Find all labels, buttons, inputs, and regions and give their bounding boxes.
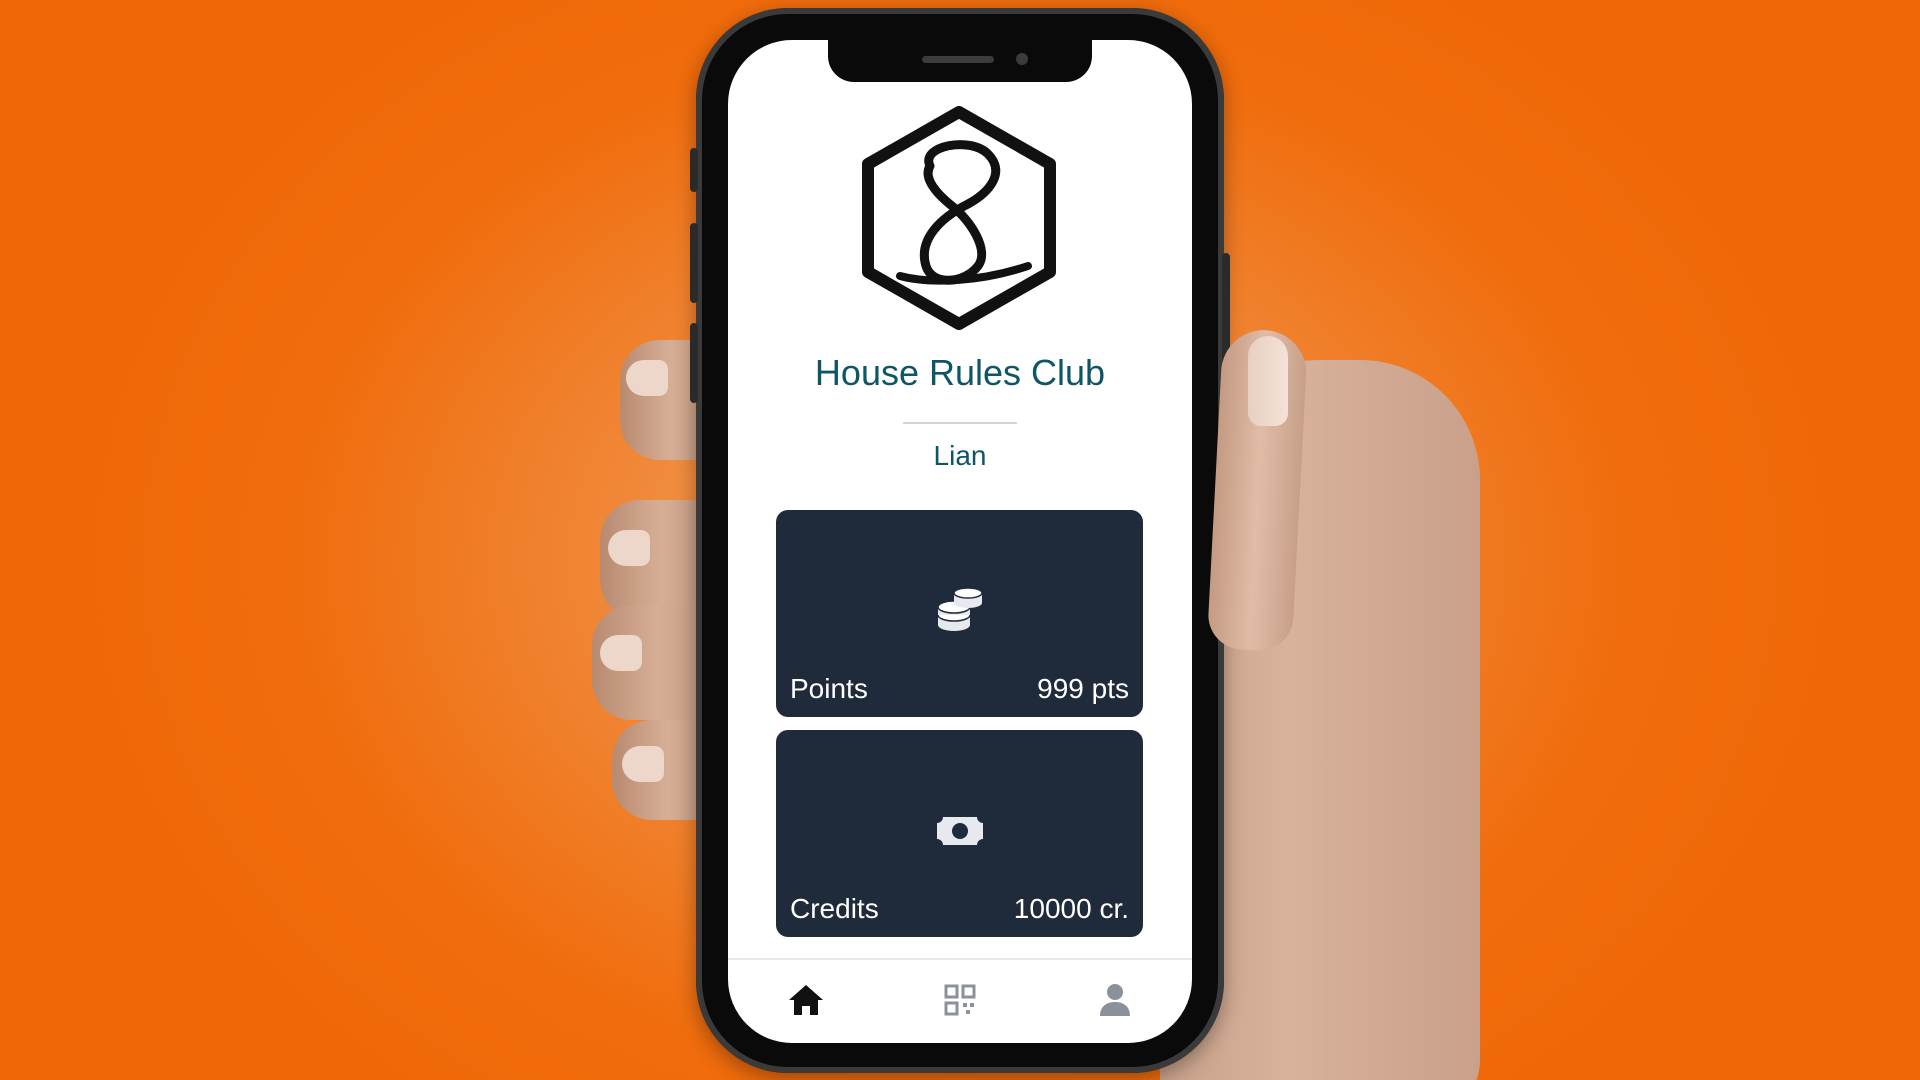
finger: [592, 605, 710, 720]
divider: [903, 422, 1017, 424]
notch: [828, 40, 1092, 82]
finger: [600, 500, 710, 620]
credits-label: Credits: [790, 893, 879, 924]
user-name: Lian: [933, 440, 987, 471]
coins-icon: [937, 587, 983, 631]
phone-frame: House Rules Club Lian Points 999 pts Cre…: [690, 8, 1230, 1073]
mute-switch: [690, 148, 698, 192]
credits-card[interactable]: Credits 10000 cr.: [776, 730, 1143, 937]
hexagon-eight-logo: [862, 106, 1056, 330]
volume-down-button: [690, 323, 698, 403]
thumbnail: [1248, 336, 1288, 426]
front-camera: [1016, 53, 1028, 65]
points-card[interactable]: Points 999 pts: [776, 510, 1143, 717]
club-title: House Rules Club: [814, 352, 1106, 393]
bottom-nav: [728, 958, 1192, 1043]
points-value: 999 pts: [1037, 673, 1129, 704]
user-icon[interactable]: [1095, 980, 1135, 1020]
phone-screen: House Rules Club Lian Points 999 pts Cre…: [728, 40, 1192, 1043]
qr-code-icon[interactable]: [940, 980, 980, 1020]
money-bill-icon: [937, 817, 983, 845]
home-icon[interactable]: [786, 980, 826, 1020]
speaker: [922, 56, 994, 63]
credits-value: 10000 cr.: [1013, 893, 1129, 924]
points-label: Points: [790, 673, 868, 704]
volume-up-button: [690, 223, 698, 303]
